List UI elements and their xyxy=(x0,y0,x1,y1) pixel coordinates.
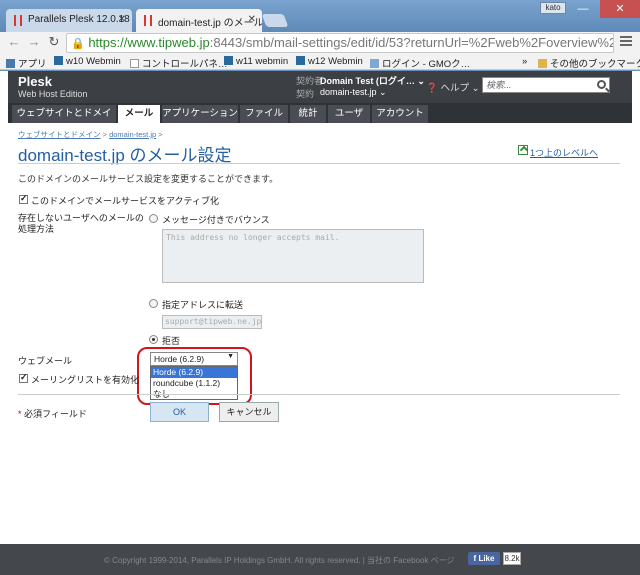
url-bar[interactable]: 🔒 https://www.tipweb.jp:8443/smb/mail-se… xyxy=(66,33,614,53)
tab-label: domain-test.jp のメール xyxy=(158,18,262,29)
bookmark-other[interactable]: その他のブックマーク xyxy=(538,56,640,70)
bookmark-w10-webmin[interactable]: w10 Webmin xyxy=(54,56,121,67)
bookmark-overflow[interactable]: » xyxy=(522,56,527,67)
tab-label: Parallels Plesk 12.0.18 xyxy=(28,14,130,25)
reject-radio[interactable] xyxy=(149,335,158,344)
bookmark-w11-webmin[interactable]: w11 webmin xyxy=(224,56,288,67)
gmo-icon xyxy=(370,59,379,68)
chrome-menu-icon[interactable] xyxy=(620,36,632,48)
browser-tab-mail-settings[interactable]: domain-test.jp のメール ✕ xyxy=(136,9,262,32)
bookmark-w12-webmin[interactable]: w12 Webmin xyxy=(296,56,363,67)
plesk-favicon-icon xyxy=(144,15,152,26)
breadcrumb-separator: > xyxy=(102,130,107,139)
browser-tab-plesk[interactable]: Parallels Plesk 12.0.18 ✕ xyxy=(6,9,132,32)
tab-applications[interactable]: アプリケーション xyxy=(162,105,238,123)
bounce-message-textarea[interactable]: This address no longer accepts mail. xyxy=(162,229,424,283)
required-note: * 必須フィールド xyxy=(18,409,87,419)
url-path: :8443/smb/mail-settings/edit/id/53?retur… xyxy=(209,35,614,50)
tab-statistics[interactable]: 統計 xyxy=(290,105,326,123)
tab-websites-domains[interactable]: ウェブサイトとドメイン xyxy=(12,105,116,137)
brand-edition: Web Host Edition xyxy=(18,89,88,99)
apps-grid-icon xyxy=(6,59,15,68)
nonexistent-user-label: 存在しないユーザへのメールの処理方法 xyxy=(18,213,144,234)
bookmark-apps[interactable]: アプリ xyxy=(6,56,47,70)
search-icon[interactable] xyxy=(597,80,606,89)
breadcrumb-separator: > xyxy=(158,130,163,139)
close-icon[interactable]: ✕ xyxy=(248,14,256,25)
window-close-icon[interactable]: ✕ xyxy=(600,0,640,18)
brand-logo: Plesk xyxy=(18,74,52,89)
forward-arrow-icon[interactable]: → xyxy=(26,34,42,50)
help-menu[interactable]: ❓ ヘルプ ⌄ xyxy=(426,80,480,94)
subscription-label: 契約 xyxy=(296,89,315,99)
title-bar: Parallels Plesk 12.0.18 ✕ domain-test.jp… xyxy=(0,0,640,32)
tab-users[interactable]: ユーザ xyxy=(328,105,370,123)
bounce-radio[interactable] xyxy=(149,214,158,223)
new-tab-button[interactable] xyxy=(261,14,289,27)
annotation-highlight xyxy=(137,347,252,405)
mailing-list-checkbox[interactable] xyxy=(19,372,28,383)
breadcrumb-websites-link[interactable]: ウェブサイトとドメイン xyxy=(18,130,101,139)
mailing-list-label: メーリングリストを有効化 xyxy=(31,375,140,385)
forward-radio[interactable] xyxy=(149,299,158,308)
owner-switcher[interactable]: Domain Test (ログイ… ⌄ xyxy=(320,74,425,87)
owner-label: 契約者 xyxy=(296,76,324,86)
facebook-like-button[interactable]: f Like xyxy=(468,552,500,565)
search-input[interactable]: 検索... xyxy=(482,77,610,93)
profile-badge[interactable]: kato xyxy=(540,2,566,14)
tab-mail[interactable]: メール xyxy=(118,105,160,123)
up-level-icon[interactable] xyxy=(518,145,528,155)
main-nav: ウェブサイトとドメイン メール アプリケーション ファイル 統計 ユーザ アカウ… xyxy=(8,103,632,137)
plesk-page: Plesk Web Host Edition 契約者 Domain Test (… xyxy=(0,71,640,575)
divider xyxy=(18,163,620,164)
bookmark-control-panel[interactable]: コントロールパネ… xyxy=(130,56,228,70)
address-toolbar: ← → ↻ 🔒 https://www.tipweb.jp:8443/smb/m… xyxy=(0,32,640,54)
tab-files[interactable]: ファイル xyxy=(240,105,288,123)
up-level-link[interactable]: 1つ上のレベルへ xyxy=(530,146,598,159)
activate-mail-checkbox[interactable] xyxy=(19,193,28,204)
url-host: www.tipweb.jp xyxy=(127,35,210,50)
page-footer: © Copyright 1999-2014, Parallels IP Hold… xyxy=(0,544,640,575)
help-icon: ❓ xyxy=(426,83,438,94)
page-description: このドメインのメールサービス設定を変更することができます。 xyxy=(18,174,279,184)
plesk-favicon-icon xyxy=(14,15,22,26)
folder-icon xyxy=(538,59,547,68)
url-scheme: https:// xyxy=(88,35,128,50)
forward-label: 指定アドレスに転送 xyxy=(162,300,244,310)
activate-mail-label: このドメインでメールサービスをアクティブ化 xyxy=(31,196,220,206)
bookmarks-bar: アプリ w10 Webmin コントロールパネ… w11 webmin w12 … xyxy=(0,54,640,70)
tab-account[interactable]: アカウント xyxy=(372,105,428,123)
minimize-icon[interactable]: — xyxy=(570,0,596,18)
forward-address-input[interactable]: support@tipweb.ne.jp xyxy=(162,315,262,329)
bookmark-gmo-login[interactable]: ログイン - GMOク… xyxy=(370,56,470,70)
breadcrumb-domain-link[interactable]: domain-test.jp xyxy=(109,130,156,139)
breadcrumb: ウェブサイトとドメイン > domain-test.jp > xyxy=(18,129,163,140)
reject-label: 拒否 xyxy=(162,336,181,346)
lock-icon: 🔒 xyxy=(71,38,85,50)
webmail-label: ウェブメール xyxy=(18,356,73,366)
subscription-switcher[interactable]: domain-test.jp ⌄ xyxy=(320,87,387,98)
reload-icon[interactable]: ↻ xyxy=(46,34,62,50)
browser-window: Parallels Plesk 12.0.18 ✕ domain-test.jp… xyxy=(0,0,640,575)
plesk-header: Plesk Web Host Edition 契約者 Domain Test (… xyxy=(8,71,632,103)
copyright-text: © Copyright 1999-2014, Parallels IP Hold… xyxy=(104,556,455,565)
bounce-label: メッセージ付きでバウンス xyxy=(162,215,270,225)
like-count: 8.2k xyxy=(503,552,521,565)
back-arrow-icon[interactable]: ← xyxy=(6,34,22,50)
page-icon xyxy=(130,59,139,68)
webmin-icon xyxy=(296,56,305,65)
cancel-button[interactable]: キャンセル xyxy=(219,402,279,422)
close-icon[interactable]: ✕ xyxy=(118,14,126,25)
ok-button[interactable]: OK xyxy=(150,402,209,422)
webmin-icon xyxy=(224,56,233,65)
divider xyxy=(18,394,620,395)
webmin-icon xyxy=(54,56,63,65)
